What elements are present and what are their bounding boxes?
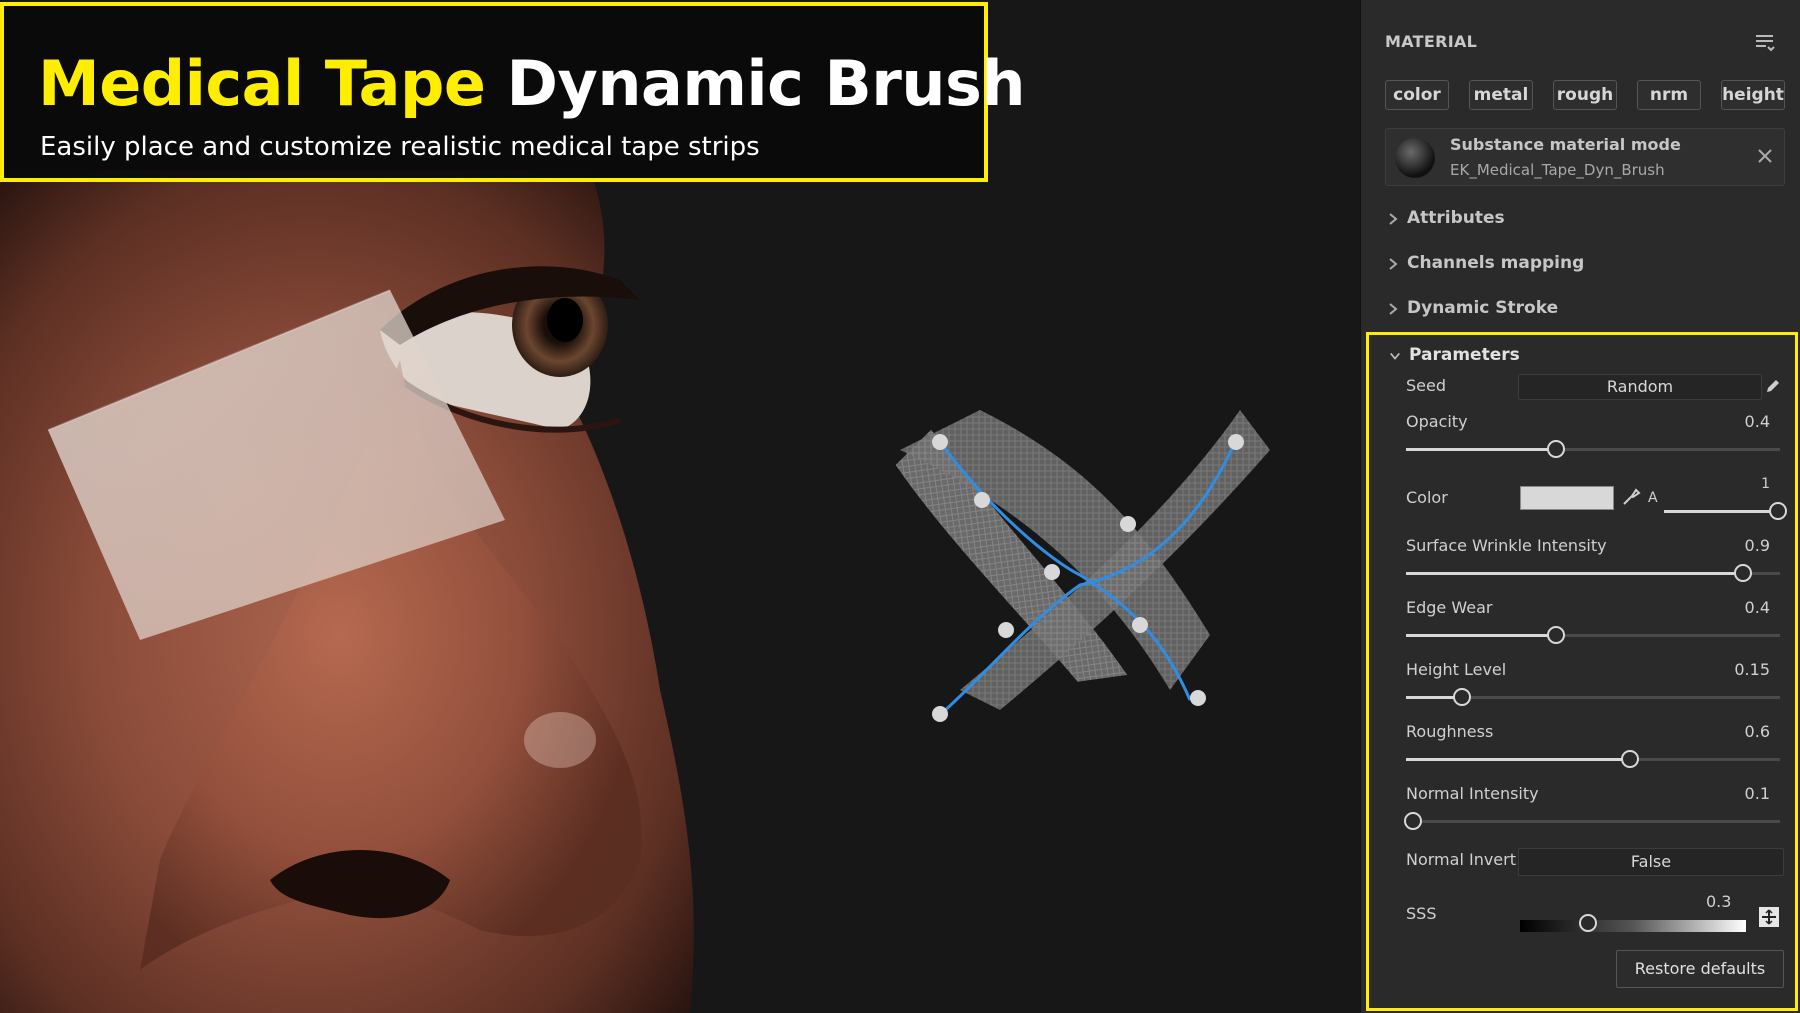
normal-intensity-value: 0.1 xyxy=(1744,784,1770,803)
sss-slider[interactable] xyxy=(1520,914,1746,932)
slider-fill xyxy=(1406,572,1743,575)
channel-height-button[interactable]: height xyxy=(1721,80,1785,110)
slider-handle[interactable] xyxy=(1769,502,1787,520)
alpha-label: A xyxy=(1648,490,1658,506)
page-title: Medical Tape Dynamic Brush xyxy=(38,44,1026,124)
opacity-label: Opacity xyxy=(1406,412,1468,431)
slider-handle[interactable] xyxy=(1733,564,1752,582)
seed-label: Seed xyxy=(1406,376,1446,395)
color-swatch[interactable] xyxy=(1520,486,1614,510)
seed-button[interactable]: Random xyxy=(1518,374,1762,400)
slider-handle[interactable] xyxy=(1546,626,1565,644)
section-label: Channels mapping xyxy=(1407,253,1585,273)
channel-color-button[interactable]: color xyxy=(1385,80,1449,110)
channel-rough-button[interactable]: rough xyxy=(1553,80,1617,110)
normal-intensity-slider[interactable] xyxy=(1404,812,1780,830)
material-name: EK_Medical_Tape_Dyn_Brush xyxy=(1450,161,1665,179)
chevron-right-icon xyxy=(1389,258,1398,270)
edge-wear-label: Edge Wear xyxy=(1406,598,1493,617)
restore-defaults-button[interactable]: Restore defaults xyxy=(1616,950,1784,988)
height-level-value: 0.15 xyxy=(1734,660,1770,679)
chevron-down-icon xyxy=(1390,352,1400,360)
height-level-label: Height Level xyxy=(1406,660,1507,679)
channel-metal-button[interactable]: metal xyxy=(1469,80,1533,110)
pencil-icon[interactable] xyxy=(1764,377,1782,395)
material-card[interactable]: Substance material mode EK_Medical_Tape_… xyxy=(1385,128,1785,186)
alpha-slider[interactable] xyxy=(1664,502,1787,520)
color-label: Color xyxy=(1406,488,1448,507)
page-subtitle: Easily place and customize realistic med… xyxy=(40,132,760,162)
tape-stroke-preview xyxy=(895,410,1270,722)
edge-wear-slider[interactable] xyxy=(1406,626,1780,644)
surface-wrinkle-slider[interactable] xyxy=(1406,564,1780,582)
normal-invert-button[interactable]: False xyxy=(1518,848,1784,876)
roughness-label: Roughness xyxy=(1406,722,1494,741)
surface-wrinkle-label: Surface Wrinkle Intensity xyxy=(1406,536,1607,555)
eyedropper-icon[interactable] xyxy=(1620,486,1642,508)
title-accent: Medical Tape xyxy=(38,47,486,120)
material-mode-label: Substance material mode xyxy=(1450,135,1681,154)
channel-nrm-button[interactable]: nrm xyxy=(1637,80,1701,110)
opacity-value: 0.4 xyxy=(1744,412,1770,431)
section-label: Parameters xyxy=(1409,345,1520,365)
title-main: Dynamic Brush xyxy=(506,47,1026,120)
roughness-value: 0.6 xyxy=(1744,722,1770,741)
height-level-slider[interactable] xyxy=(1406,688,1780,706)
list-menu-icon[interactable] xyxy=(1753,30,1777,54)
opacity-slider[interactable] xyxy=(1406,440,1780,458)
slider-fill xyxy=(1406,448,1556,451)
close-icon[interactable] xyxy=(1756,147,1774,165)
sss-value: 0.3 xyxy=(1706,892,1732,911)
normal-invert-label: Normal Invert xyxy=(1406,850,1516,869)
chevron-right-icon xyxy=(1389,303,1398,315)
title-banner: Medical Tape Dynamic Brush Easily place … xyxy=(0,2,1026,182)
material-thumbnail xyxy=(1395,138,1435,178)
section-label: Dynamic Stroke xyxy=(1407,298,1559,318)
slider-handle[interactable] xyxy=(1546,440,1565,458)
sss-label: SSS xyxy=(1406,904,1437,923)
slider-handle[interactable] xyxy=(1578,914,1597,932)
edge-wear-value: 0.4 xyxy=(1744,598,1770,617)
slider-fill xyxy=(1406,758,1631,761)
surface-wrinkle-value: 0.9 xyxy=(1744,536,1770,555)
chevron-right-icon xyxy=(1389,213,1398,225)
slider-fill xyxy=(1406,634,1556,637)
normal-intensity-label: Normal Intensity xyxy=(1406,784,1539,803)
channel-buttons: color metal rough nrm height xyxy=(1385,80,1785,112)
panel-header: MATERIAL xyxy=(1385,32,1478,51)
slider-handle[interactable] xyxy=(1453,688,1472,706)
alpha-value: 1 xyxy=(1761,476,1770,492)
roughness-slider[interactable] xyxy=(1406,750,1780,768)
texture-pick-icon[interactable] xyxy=(1758,906,1780,928)
section-label: Attributes xyxy=(1407,208,1505,228)
slider-fill xyxy=(1664,510,1778,513)
